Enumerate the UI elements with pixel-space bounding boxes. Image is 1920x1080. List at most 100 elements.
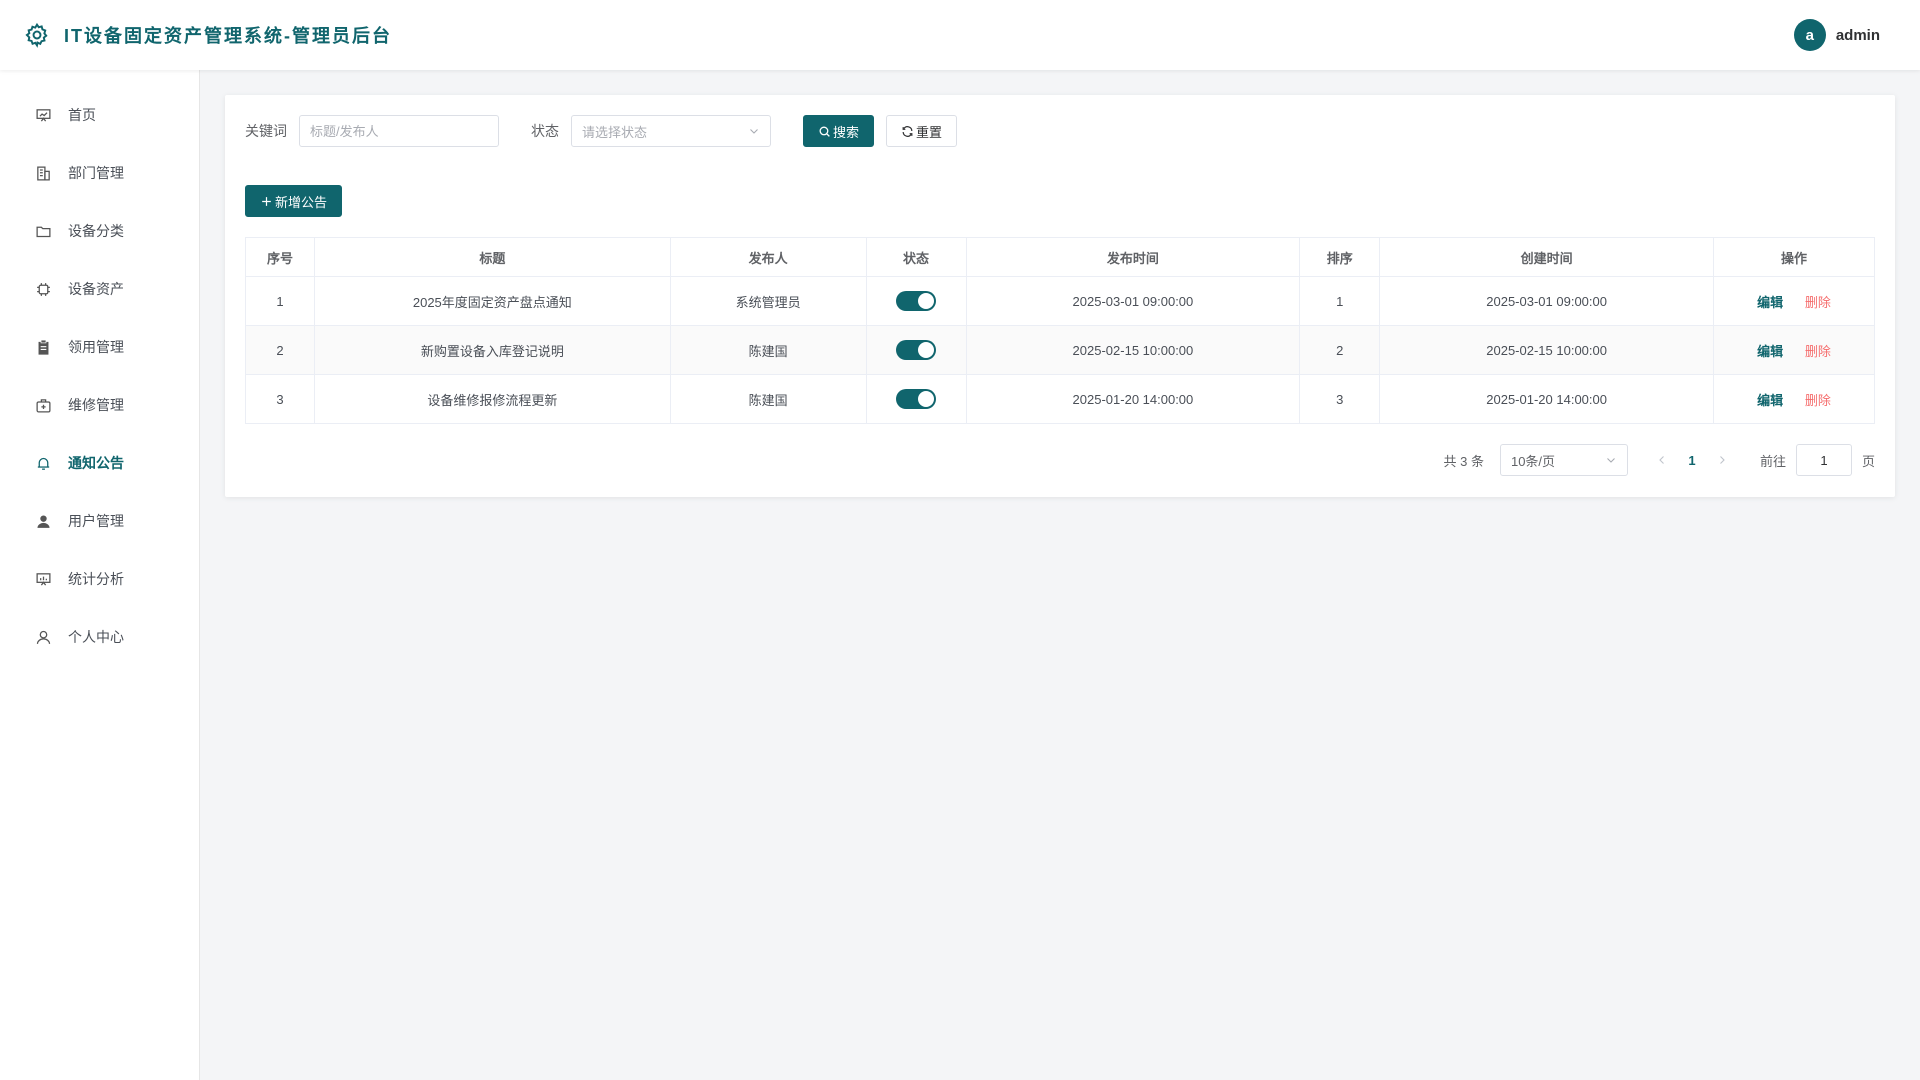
cell-title: 新购置设备入库登记说明 [313, 325, 671, 375]
column-header-publisher: 发布人 [669, 237, 867, 277]
sidebar-item-label: 通知公告 [68, 455, 124, 471]
sidebar-item-requisitions[interactable]: 领用管理 [0, 318, 199, 376]
folder-icon [34, 222, 52, 240]
sidebar-item-departments[interactable]: 部门管理 [0, 144, 199, 202]
cell-actions: 编辑 删除 [1713, 374, 1875, 424]
goto-page-input[interactable] [1795, 444, 1852, 476]
sidebar-item-label: 设备资产 [68, 281, 124, 297]
cell-index: 1 [245, 276, 315, 326]
username[interactable]: admin [1836, 27, 1880, 44]
table-row: 2 新购置设备入库登记说明 陈建国 2025-02-15 10:00:00 2 … [245, 325, 1875, 375]
sidebar-item-repairs[interactable]: 维修管理 [0, 376, 199, 434]
table-row: 3 设备维修报修流程更新 陈建国 2025-01-20 14:00:00 3 2… [245, 374, 1875, 424]
search-button[interactable]: 搜索 [803, 115, 875, 147]
cell-publisher: 陈建国 [669, 325, 867, 375]
column-header-index: 序号 [245, 237, 315, 277]
column-header-status: 状态 [865, 237, 967, 277]
cell-publish-time: 2025-02-15 10:00:00 [965, 325, 1301, 375]
edit-link[interactable]: 编辑 [1757, 393, 1783, 408]
avatar[interactable]: a [1793, 19, 1826, 51]
sidebar: 首页 部门管理 设备分类 设备资产 领用管理 维修管理 通知公告 用户管理 统计… [0, 70, 200, 1080]
cell-index: 2 [245, 325, 315, 375]
edit-link[interactable]: 编辑 [1757, 295, 1783, 310]
status-toggle[interactable] [896, 389, 937, 409]
pagination: 共 3 条 10条/页 1 前往 页 [245, 444, 1875, 476]
page-number-current[interactable]: 1 [1682, 453, 1702, 468]
dashboard-icon [34, 106, 52, 124]
edit-link[interactable]: 编辑 [1757, 344, 1783, 359]
user-filled-icon [34, 512, 52, 530]
cell-sort: 2 [1299, 325, 1381, 375]
toggle-knob [918, 342, 935, 358]
sidebar-item-assets[interactable]: 设备资产 [0, 260, 199, 318]
cell-sort: 3 [1299, 374, 1381, 424]
cell-status [865, 276, 967, 326]
prev-page-icon[interactable] [1656, 454, 1668, 466]
status-toggle[interactable] [896, 340, 937, 360]
page-size-value: 10条/页 [1510, 453, 1556, 469]
cell-publish-time: 2025-01-20 14:00:00 [965, 374, 1301, 424]
cell-publisher: 陈建国 [669, 374, 867, 424]
user-menu[interactable]: a admin [1793, 19, 1880, 51]
goto-label: 前往 [1759, 453, 1786, 469]
sidebar-item-users[interactable]: 用户管理 [0, 492, 199, 550]
sidebar-item-label: 维修管理 [68, 397, 124, 413]
next-page-icon[interactable] [1716, 454, 1728, 466]
cell-sort: 1 [1299, 276, 1381, 326]
chart-board-icon [34, 570, 52, 588]
page-size-select[interactable]: 10条/页 [1499, 444, 1628, 476]
clipboard-icon [34, 338, 52, 356]
delete-link[interactable]: 删除 [1805, 393, 1831, 408]
cell-created-time: 2025-02-15 10:00:00 [1379, 325, 1715, 375]
sidebar-item-label: 统计分析 [68, 571, 124, 587]
reset-button-label: 重置 [916, 124, 943, 140]
add-notice-label: 新增公告 [275, 194, 328, 210]
cell-actions: 编辑 删除 [1713, 276, 1875, 326]
cell-created-time: 2025-01-20 14:00:00 [1379, 374, 1715, 424]
building-icon [34, 164, 52, 182]
reset-button[interactable]: 重置 [886, 115, 958, 147]
repair-kit-icon [34, 396, 52, 414]
column-header-sort: 排序 [1299, 237, 1381, 277]
cell-actions: 编辑 删除 [1713, 325, 1875, 375]
status-label: 状态 [531, 123, 559, 139]
cell-publisher: 系统管理员 [669, 276, 867, 326]
cell-title: 设备维修报修流程更新 [313, 374, 671, 424]
column-header-actions: 操作 [1713, 237, 1875, 277]
sidebar-item-label: 部门管理 [68, 165, 124, 181]
sidebar-item-statistics[interactable]: 统计分析 [0, 550, 199, 608]
cell-status [865, 325, 967, 375]
table-row: 1 2025年度固定资产盘点通知 系统管理员 2025-03-01 09:00:… [245, 276, 1875, 326]
table-header-row: 序号 标题 发布人 状态 发布时间 排序 创建时间 操作 [245, 237, 1875, 277]
delete-link[interactable]: 删除 [1805, 344, 1831, 359]
column-header-title: 标题 [313, 237, 671, 277]
sidebar-item-label: 领用管理 [68, 339, 124, 355]
search-button-label: 搜索 [833, 124, 860, 140]
status-select[interactable]: 请选择状态 [571, 115, 771, 147]
plus-icon [260, 195, 273, 208]
goto-suffix: 页 [1861, 453, 1875, 469]
toggle-knob [918, 391, 935, 407]
search-form: 关键词 状态 请选择状态 搜索 重置 [245, 115, 1875, 147]
add-notice-button[interactable]: 新增公告 [245, 185, 343, 217]
user-outline-icon [34, 628, 52, 646]
chevron-down-icon [748, 125, 760, 137]
status-toggle[interactable] [896, 291, 937, 311]
sidebar-item-profile[interactable]: 个人中心 [0, 608, 199, 666]
sidebar-item-label: 个人中心 [68, 629, 124, 645]
notice-table: 序号 标题 发布人 状态 发布时间 排序 创建时间 操作 1 2025年度固定资… [245, 237, 1875, 424]
delete-link[interactable]: 删除 [1805, 295, 1831, 310]
status-select-placeholder: 请选择状态 [582, 124, 648, 140]
toggle-knob [918, 293, 935, 309]
sidebar-item-home[interactable]: 首页 [0, 86, 199, 144]
search-icon [818, 125, 831, 138]
sidebar-item-categories[interactable]: 设备分类 [0, 202, 199, 260]
sidebar-item-label: 设备分类 [68, 223, 124, 239]
notice-list-card: 关键词 状态 请选择状态 搜索 重置 新增公告 [225, 95, 1895, 497]
sidebar-item-label: 用户管理 [68, 513, 124, 529]
sidebar-item-notices[interactable]: 通知公告 [0, 434, 199, 492]
chevron-down-icon [1605, 454, 1617, 466]
chip-icon [34, 280, 52, 298]
cell-publish-time: 2025-03-01 09:00:00 [965, 276, 1301, 326]
keyword-input[interactable] [299, 115, 499, 147]
